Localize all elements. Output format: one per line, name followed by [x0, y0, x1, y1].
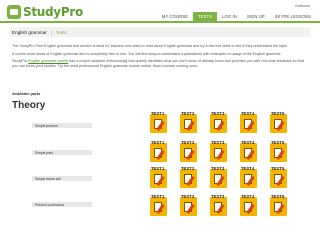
- intro-paragraph-3: StudyPro English grammar course has a un…: [12, 59, 308, 69]
- test-badge[interactable]: TEST 4: [240, 111, 257, 133]
- logo-text: StudyPro: [23, 4, 83, 19]
- topic-simple-future-will[interactable]: Simple future will: [32, 176, 92, 181]
- intro-paragraph-2: It covers most areas of English grammar …: [12, 51, 282, 56]
- test-badge[interactable]: TEST 3: [210, 194, 227, 216]
- test-label: TEST: [181, 111, 192, 116]
- test-badge[interactable]: TEST 4: [240, 194, 257, 216]
- nav-tests[interactable]: Tests: [193, 12, 218, 21]
- test-badge[interactable]: TEST 4: [240, 140, 257, 162]
- test-badge[interactable]: TEST 1: [150, 166, 167, 188]
- test-label: TEST: [241, 140, 252, 145]
- test-badge[interactable]: TEST 5: [270, 111, 287, 133]
- test-label: TEST: [181, 166, 192, 171]
- test-label: TEST: [151, 111, 162, 116]
- topic-simple-present[interactable]: Simple present: [32, 123, 92, 128]
- topic-label: Simple future will: [35, 176, 61, 181]
- account-link[interactable]: Лайкоко: [295, 3, 310, 8]
- test-badge[interactable]: TEST 3: [210, 166, 227, 188]
- section-title: Theory: [12, 100, 46, 111]
- test-label: TEST: [181, 140, 192, 145]
- test-badge[interactable]: TEST 2: [180, 166, 197, 188]
- test-badge[interactable]: TEST 2: [180, 140, 197, 162]
- intro-brand: StudyPro: [12, 59, 28, 63]
- breadcrumb-home[interactable]: English grammar: [12, 30, 47, 35]
- logo-icon: [7, 4, 21, 19]
- test-badge[interactable]: TEST 1: [150, 111, 167, 133]
- topic-simple-past[interactable]: Simple past: [32, 150, 92, 155]
- test-label: TEST: [271, 194, 282, 199]
- logo[interactable]: StudyPro: [7, 3, 83, 20]
- breadcrumb: English grammar | Tests: [9, 27, 311, 37]
- test-label: TEST: [241, 111, 252, 116]
- test-label: TEST: [151, 166, 162, 171]
- test-badge[interactable]: TEST 3: [210, 111, 227, 133]
- test-label: TEST: [271, 140, 282, 145]
- test-label: TEST: [181, 194, 192, 199]
- test-badge[interactable]: TEST 1: [150, 140, 167, 162]
- test-label: TEST: [271, 111, 282, 116]
- breadcrumb-separator: |: [50, 29, 52, 35]
- main-nav: My course Tests Log in Sign up Skype les…: [157, 12, 316, 21]
- nav-sign-up[interactable]: Sign up: [242, 12, 270, 21]
- test-label: TEST: [211, 194, 222, 199]
- topic-label: Present continuous: [35, 202, 65, 207]
- nav-my-course[interactable]: My course: [157, 12, 193, 21]
- test-label: TEST: [211, 140, 222, 145]
- topic-label: Simple past: [35, 150, 53, 155]
- test-label: TEST: [151, 194, 162, 199]
- nav-log-in[interactable]: Log in: [217, 12, 242, 21]
- nav-divider: [0, 21, 320, 23]
- intro-text: The StudyPro Free English grammar test s…: [12, 44, 308, 72]
- test-label: TEST: [211, 166, 222, 171]
- test-badge[interactable]: TEST 3: [210, 140, 227, 162]
- test-badge[interactable]: TEST 2: [180, 111, 197, 133]
- test-label: TEST: [241, 194, 252, 199]
- intro-paragraph-1: The StudyPro Free English grammar test s…: [12, 44, 288, 48]
- available-parts-label: Available parts: [12, 91, 41, 96]
- test-badge[interactable]: TEST 5: [270, 140, 287, 162]
- test-label: TEST: [211, 111, 222, 116]
- test-badge[interactable]: TEST 5: [270, 194, 287, 216]
- course-link[interactable]: English grammar course: [28, 59, 68, 63]
- nav-skype-lessons[interactable]: Skype lessons: [270, 12, 316, 21]
- test-label: TEST: [271, 166, 282, 171]
- topic-present-continuous[interactable]: Present continuous: [32, 202, 92, 207]
- test-badge[interactable]: TEST 4: [240, 166, 257, 188]
- test-badge[interactable]: TEST 2: [180, 194, 197, 216]
- test-badge[interactable]: TEST 1: [150, 194, 167, 216]
- breadcrumb-current: Tests: [55, 29, 67, 35]
- test-label: TEST: [151, 140, 162, 145]
- topic-label: Simple present: [35, 123, 58, 128]
- test-label: TEST: [241, 166, 252, 171]
- test-badge[interactable]: TEST 5: [270, 166, 287, 188]
